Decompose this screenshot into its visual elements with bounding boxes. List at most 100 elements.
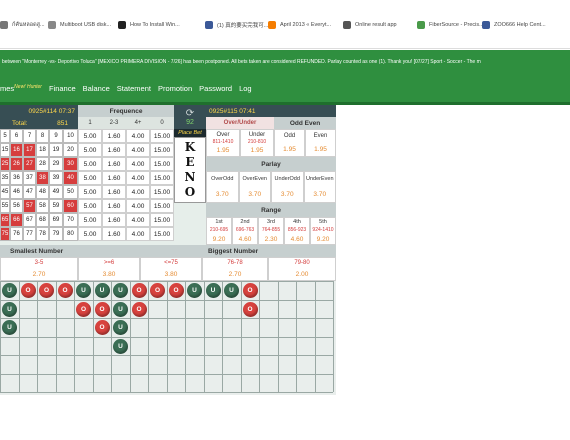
keno-number-cell[interactable]: 75 [0, 227, 10, 241]
keno-number-cell[interactable]: 36 [10, 171, 23, 185]
nav-item-mes[interactable]: mesNew! Hunter [0, 84, 42, 93]
frequence-odds[interactable]: 5.00 [78, 157, 102, 171]
frequence-odds[interactable]: 15.00 [150, 199, 174, 213]
keno-number-cell[interactable]: 78 [36, 227, 49, 241]
frequence-odds[interactable]: 1.60 [102, 213, 126, 227]
bookmark-item[interactable]: April 2013 « Everyt... [268, 15, 331, 35]
keno-number-cell[interactable]: 16 [10, 143, 23, 157]
keno-number-cell[interactable]: 28 [36, 157, 49, 171]
parlay-option[interactable]: UnderEven 3.70 [303, 171, 336, 203]
keno-number-cell[interactable]: 50 [63, 185, 78, 199]
number-bet-option[interactable]: >=6 3.80 [78, 257, 140, 281]
bookmark-item[interactable]: How To Install Win... [118, 15, 180, 35]
frequence-odds[interactable]: 5.00 [78, 199, 102, 213]
keno-number-cell[interactable]: 79 [49, 227, 63, 241]
range-option[interactable]: 3rd 764-855 2.30 [258, 217, 284, 245]
keno-number-cell[interactable]: 77 [23, 227, 36, 241]
keno-number-cell[interactable]: 17 [23, 143, 36, 157]
keno-number-cell[interactable]: 6 [10, 129, 23, 143]
frequence-odds[interactable]: 4.00 [126, 157, 150, 171]
keno-number-cell[interactable]: 25 [0, 157, 10, 171]
keno-number-cell[interactable]: 8 [36, 129, 49, 143]
bookmark-item[interactable]: FiberSource - Precis... [417, 15, 484, 35]
frequence-odds[interactable]: 1.60 [102, 171, 126, 185]
range-option[interactable]: 4th 856-923 4.60 [284, 217, 310, 245]
keno-number-cell[interactable]: 58 [36, 199, 49, 213]
keno-number-cell[interactable]: 38 [36, 171, 49, 185]
keno-number-cell[interactable]: 10 [63, 129, 78, 143]
keno-number-cell[interactable]: 48 [36, 185, 49, 199]
bookmark-item[interactable]: ZOO666 Help Cent... [482, 15, 546, 35]
keno-number-cell[interactable]: 19 [49, 143, 63, 157]
frequence-odds[interactable]: 4.00 [126, 185, 150, 199]
frequence-odds[interactable]: 1.60 [102, 227, 126, 241]
frequence-odds[interactable]: 15.00 [150, 171, 174, 185]
range-option[interactable]: 1st 210-695 9.20 [206, 217, 232, 245]
nav-item-log[interactable]: Log [239, 84, 252, 93]
frequence-odds[interactable]: 15.00 [150, 143, 174, 157]
refresh-icon[interactable]: ⟳ [186, 108, 194, 119]
frequence-odds[interactable]: 5.00 [78, 185, 102, 199]
keno-number-cell[interactable]: 30 [63, 157, 78, 171]
nav-item-statement[interactable]: Statement [117, 84, 151, 93]
parlay-option[interactable]: UnderOdd 3.70 [271, 171, 304, 203]
frequence-odds[interactable]: 15.00 [150, 157, 174, 171]
frequence-odds[interactable]: 1.60 [102, 157, 126, 171]
keno-number-cell[interactable]: 69 [49, 213, 63, 227]
frequence-odds[interactable]: 5.00 [78, 213, 102, 227]
frequence-odds[interactable]: 4.00 [126, 213, 150, 227]
keno-number-cell[interactable]: 49 [49, 185, 63, 199]
frequence-odds[interactable]: 1.60 [102, 185, 126, 199]
nav-item-finance[interactable]: Finance [49, 84, 76, 93]
keno-number-cell[interactable]: 68 [36, 213, 49, 227]
keno-number-cell[interactable]: 60 [63, 199, 78, 213]
frequence-odds[interactable]: 1.60 [102, 129, 126, 143]
over-under-option[interactable]: Under 210-810 1.95 [240, 129, 274, 157]
keno-number-cell[interactable]: 35 [0, 171, 10, 185]
bookmark-item[interactable]: (1) 真的要买完我可... [205, 15, 268, 35]
frequence-odds[interactable]: 4.00 [126, 171, 150, 185]
parlay-option[interactable]: OverEven 3.70 [238, 171, 271, 203]
frequence-odds[interactable]: 5.00 [78, 129, 102, 143]
frequence-odds[interactable]: 4.00 [126, 129, 150, 143]
frequence-odds[interactable]: 4.00 [126, 227, 150, 241]
frequence-odds[interactable]: 4.00 [126, 199, 150, 213]
range-option[interactable]: 2nd 696-763 4.60 [232, 217, 258, 245]
frequence-odds[interactable]: 4.00 [126, 143, 150, 157]
keno-number-cell[interactable]: 7 [23, 129, 36, 143]
frequence-odds[interactable]: 1.60 [102, 199, 126, 213]
over-under-option[interactable]: Over 811-1410 1.95 [206, 129, 240, 157]
frequence-odds[interactable]: 5.00 [78, 227, 102, 241]
keno-number-cell[interactable]: 76 [10, 227, 23, 241]
nav-item-password[interactable]: Password [199, 84, 232, 93]
odd-even-option[interactable]: Odd 1.95 [274, 129, 305, 157]
keno-number-cell[interactable]: 40 [63, 171, 78, 185]
keno-number-cell[interactable]: 45 [0, 185, 10, 199]
frequence-odds[interactable]: 15.00 [150, 213, 174, 227]
keno-number-cell[interactable]: 9 [49, 129, 63, 143]
keno-number-cell[interactable]: 39 [49, 171, 63, 185]
keno-number-cell[interactable]: 18 [36, 143, 49, 157]
frequence-odds[interactable]: 15.00 [150, 227, 174, 241]
keno-number-cell[interactable]: 15 [0, 143, 10, 157]
keno-number-cell[interactable]: 59 [49, 199, 63, 213]
nav-item-balance[interactable]: Balance [83, 84, 110, 93]
keno-number-cell[interactable]: 27 [23, 157, 36, 171]
keno-number-cell[interactable]: 46 [10, 185, 23, 199]
bookmark-item[interactable]: ก์คันหลอดสู... [0, 15, 45, 35]
keno-number-cell[interactable]: 70 [63, 213, 78, 227]
keno-number-cell[interactable]: 65 [0, 213, 10, 227]
keno-number-cell[interactable]: 67 [23, 213, 36, 227]
odd-even-option[interactable]: Even 1.95 [305, 129, 336, 157]
bookmark-item[interactable]: Multiboot USB disk... [48, 15, 111, 35]
keno-number-cell[interactable]: 26 [10, 157, 23, 171]
keno-number-cell[interactable]: 20 [63, 143, 78, 157]
range-option[interactable]: 5th 924-1410 9.20 [310, 217, 336, 245]
number-bet-option[interactable]: 79-80 2.00 [268, 257, 336, 281]
keno-number-cell[interactable]: 57 [23, 199, 36, 213]
keno-number-cell[interactable]: 29 [49, 157, 63, 171]
bookmark-item[interactable]: Online result app [343, 15, 397, 35]
keno-number-cell[interactable]: 66 [10, 213, 23, 227]
frequence-odds[interactable]: 15.00 [150, 185, 174, 199]
number-bet-option[interactable]: <=75 3.80 [140, 257, 202, 281]
